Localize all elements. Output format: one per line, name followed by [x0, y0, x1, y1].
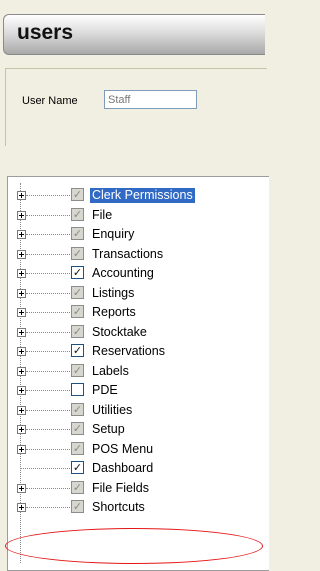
- expand-plus-icon[interactable]: [17, 503, 26, 512]
- tree-row[interactable]: ✓ Clerk Permissions: [13, 186, 263, 205]
- tree-connector-icon: [26, 273, 70, 274]
- permission-checkbox[interactable]: ✓: [71, 383, 84, 396]
- tree-row[interactable]: ✓ File: [13, 206, 263, 225]
- expand-plus-icon[interactable]: [17, 425, 26, 434]
- tree-item-label[interactable]: File: [90, 208, 114, 223]
- tree-row[interactable]: ✓ Shortcuts: [13, 498, 263, 517]
- tree-row[interactable]: ✓ Stocktake: [13, 323, 263, 342]
- tree-row[interactable]: ✓ Labels: [13, 362, 263, 381]
- tree-connector-icon: [26, 351, 70, 352]
- tree-row[interactable]: ✓ Transactions: [13, 245, 263, 264]
- permission-checkbox[interactable]: ✓: [71, 344, 84, 357]
- tree-item-label[interactable]: Dashboard: [90, 461, 155, 476]
- permission-checkbox[interactable]: ✓: [71, 461, 84, 474]
- expand-plus-icon[interactable]: [17, 444, 26, 454]
- tree-item-label[interactable]: Transactions: [90, 247, 165, 262]
- permission-checkbox[interactable]: ✓: [71, 324, 84, 338]
- tree-connector-icon: [26, 214, 70, 216]
- user-name-input[interactable]: [104, 90, 197, 109]
- permission-checkbox[interactable]: ✓: [71, 441, 84, 455]
- tree-row[interactable]: ✓ Accounting: [13, 264, 263, 283]
- expand-plus-icon[interactable]: [17, 308, 26, 317]
- tree-item-label[interactable]: Utilities: [90, 403, 134, 418]
- tree-item-label[interactable]: POS Menu: [90, 442, 155, 457]
- permission-checkbox[interactable]: ✓: [71, 305, 84, 318]
- permission-checkbox[interactable]: ✓: [71, 266, 84, 279]
- expand-plus-icon[interactable]: [17, 347, 26, 356]
- window-title-bar: users: [3, 14, 265, 55]
- permission-checkbox[interactable]: ✓: [71, 480, 84, 494]
- tree-connector-icon: [26, 234, 70, 235]
- tree-connector-icon: [26, 429, 70, 430]
- tree-connector-icon: [26, 312, 70, 313]
- permission-checkbox[interactable]: ✓: [71, 188, 84, 201]
- permission-checkbox[interactable]: ✓: [71, 285, 84, 299]
- tree-item-label[interactable]: Accounting: [90, 266, 156, 281]
- expand-plus-icon[interactable]: [17, 405, 26, 415]
- tree-row[interactable]: ✓ Listings: [13, 284, 263, 303]
- tree-item-label[interactable]: Stocktake: [90, 325, 149, 340]
- tree-row[interactable]: ✓ Dashboard: [13, 459, 263, 478]
- tree-row[interactable]: ✓ Utilities: [13, 401, 263, 420]
- tree-row[interactable]: ✓ Setup: [13, 420, 263, 439]
- tree-row[interactable]: ✓ Enquiry: [13, 225, 263, 244]
- expand-plus-icon[interactable]: [17, 483, 26, 493]
- expand-plus-icon[interactable]: [17, 191, 26, 200]
- tree-item-label[interactable]: PDE: [90, 383, 120, 398]
- user-name-label: User Name: [22, 95, 78, 107]
- expand-plus-icon[interactable]: [17, 269, 26, 278]
- tree-item-label[interactable]: Clerk Permissions: [90, 188, 195, 203]
- tree-item-label[interactable]: Labels: [90, 364, 131, 379]
- tree-row[interactable]: ✓ POS Menu: [13, 440, 263, 459]
- tree-connector-icon: [26, 390, 70, 391]
- expand-plus-icon[interactable]: [17, 288, 26, 298]
- expand-plus-icon[interactable]: [17, 230, 26, 239]
- expand-plus-icon[interactable]: [17, 386, 26, 395]
- tree-item-label[interactable]: Listings: [90, 286, 136, 301]
- permission-checkbox[interactable]: ✓: [71, 402, 84, 416]
- tree-connector-icon: [26, 409, 70, 411]
- tree-item-label[interactable]: Reports: [90, 305, 138, 320]
- tree-item-label[interactable]: File Fields: [90, 481, 151, 496]
- expand-plus-icon[interactable]: [17, 210, 26, 220]
- expand-plus-icon[interactable]: [17, 249, 26, 259]
- permission-checkbox[interactable]: ✓: [71, 246, 84, 260]
- tree-row[interactable]: ✓ Reservations: [13, 342, 263, 361]
- tree-connector-icon: [26, 487, 70, 489]
- tree-connector-icon: [26, 292, 70, 294]
- tree-connector-icon: [26, 507, 70, 508]
- tree-connector-icon: [26, 331, 70, 333]
- tree-item-label[interactable]: Setup: [90, 422, 127, 437]
- tree-connector-icon: [26, 370, 70, 372]
- permission-checkbox[interactable]: ✓: [71, 207, 84, 221]
- permission-checkbox[interactable]: ✓: [71, 363, 84, 377]
- expand-plus-icon[interactable]: [17, 327, 26, 337]
- expand-plus-icon[interactable]: [17, 366, 26, 376]
- tree-item-label[interactable]: Enquiry: [90, 227, 136, 242]
- tree-row[interactable]: ✓ Reports: [13, 303, 263, 322]
- tree-row[interactable]: ✓ PDE: [13, 381, 263, 400]
- tree-connector-icon: [26, 448, 70, 450]
- tree-item-label[interactable]: Shortcuts: [90, 500, 147, 515]
- tree-item-label[interactable]: Reservations: [90, 344, 167, 359]
- tree-connector-icon: [26, 195, 70, 196]
- permission-checkbox[interactable]: ✓: [71, 422, 84, 435]
- permission-checkbox[interactable]: ✓: [71, 500, 84, 513]
- permission-checkbox[interactable]: ✓: [71, 227, 84, 240]
- window-title: users: [17, 21, 74, 44]
- tree-row[interactable]: ✓ File Fields: [13, 479, 263, 498]
- tree-connector-icon: [26, 253, 70, 255]
- tree-connector-icon: [21, 468, 70, 469]
